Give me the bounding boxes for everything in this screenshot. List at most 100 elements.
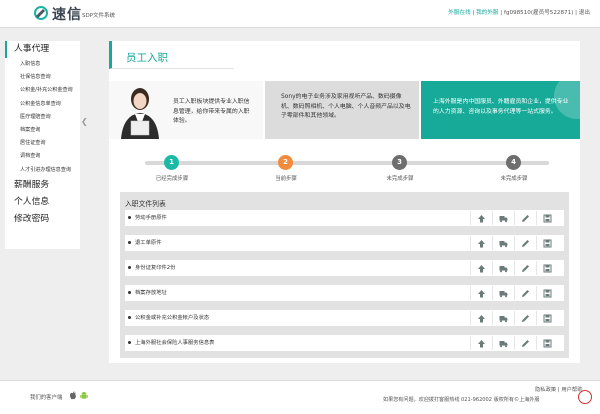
sidebar-collapse-icon[interactable]: ❮ (81, 117, 88, 126)
edit-icon (522, 340, 529, 347)
upload-button[interactable] (470, 336, 491, 350)
banner-onboarding: 员工入职板块提供专业入职信息管理，给你带来专属的入职体验。 (109, 81, 263, 139)
bullet-icon (128, 266, 131, 269)
banner-sony-text: Sony的电子业务涉及家用视听产品、数码摄像机、数码照相机、个人电脑、个人音频产… (281, 94, 411, 119)
step-3-circle: 3 (392, 155, 407, 170)
banner-waifu-text: 上海外服是内中国服员、外籍雇员和企业，提供专业的人力资源、咨询以及事务代理等一站… (433, 99, 569, 115)
sidebar-section-change-password[interactable]: 修改密码 (5, 211, 80, 228)
truck-button[interactable] (492, 311, 513, 325)
truck-icon (499, 216, 508, 223)
step-3-label: 未完成步骤 (386, 176, 414, 182)
edit-button[interactable] (514, 311, 535, 325)
save-button[interactable] (536, 236, 557, 250)
sidebar-item-housing-fund[interactable]: 公积金/补充公积金查询 (5, 84, 80, 97)
upload-button[interactable] (470, 311, 491, 325)
upload-icon (478, 240, 485, 248)
sidebar-section-salary[interactable]: 薪酬服务 (5, 177, 80, 194)
link-waifu-online[interactable]: 外服在线 (448, 10, 470, 16)
file-row: 档案存放地址 (125, 285, 564, 301)
footer-contact: 如果您有问题，欢迎拨打客服热线 021-962002 版权所有©上海外服 (383, 397, 540, 403)
upload-button[interactable] (470, 236, 491, 250)
file-name-text: 档案存放地址 (135, 290, 167, 296)
logout-link[interactable]: 退出 (579, 10, 590, 16)
file-row: 身份证复印件2份 (125, 260, 564, 276)
sidebar-item-file-transfer[interactable]: 调档查询 (5, 150, 80, 163)
truck-button[interactable] (492, 286, 513, 300)
footer: 我们的客户端 隐私政策 | 用户帮助 如果您有问题，欢迎拨打客服热线 021-9… (0, 380, 600, 414)
footer-links[interactable]: 隐私政策 | 用户帮助 (535, 385, 583, 393)
file-list-panel: 入职文件列表 劳动手册原件 退工单原件 身份证复印件2份 档案存放地址 公积金或补充公积… (120, 192, 569, 358)
step-4-label: 未完成步骤 (500, 176, 528, 182)
file-name: 劳动手册原件 (128, 210, 167, 226)
save-icon (543, 214, 552, 223)
save-button[interactable] (536, 261, 557, 275)
file-name-text: 劳动手册原件 (135, 215, 167, 221)
truck-icon (499, 341, 508, 348)
main-panel: 员工入职 员工入职板块提供专业入职信息管理，给你带来专属的入职体验。 Sony的… (109, 41, 580, 363)
upload-icon (478, 215, 485, 223)
save-icon (543, 314, 552, 323)
top-links: 外服在线 | 我的外服 | fg098510(雇员号522871) | 退出 (448, 10, 590, 16)
bullet-icon (128, 341, 131, 344)
sidebar-section-personal-info[interactable]: 个人信息 (5, 194, 80, 211)
logo-text: 速信 (52, 7, 82, 23)
top-header: 速信 SDP文件系统 外服在线 | 我的外服 | fg098510(雇员号522… (0, 0, 600, 28)
bullet-icon (128, 216, 131, 219)
file-name: 身份证复印件2份 (128, 260, 175, 276)
sidebar-item-talent-intro[interactable]: 人才引进办理信息查询 (5, 164, 80, 177)
truck-button[interactable] (492, 211, 513, 225)
save-icon (543, 264, 552, 273)
file-name: 退工单原件 (128, 235, 162, 251)
sidebar-item-social-security[interactable]: 社保信息查询 (5, 71, 80, 84)
link-my-waifu[interactable]: 我的外服 (476, 10, 498, 16)
edit-icon (522, 315, 529, 322)
edit-button[interactable] (514, 261, 535, 275)
save-button[interactable] (536, 336, 557, 350)
apple-icon[interactable] (69, 391, 77, 400)
step-4-circle: 4 (506, 155, 521, 170)
upload-icon (478, 315, 485, 323)
edit-button[interactable] (514, 336, 535, 350)
edit-button[interactable] (514, 211, 535, 225)
sidebar: 人事代理 入职信息 社保信息查询 公积金/补充公积金查询 公积金信息单查询 医疗… (5, 41, 80, 249)
sidebar-item-archives[interactable]: 档案查询 (5, 124, 80, 137)
edit-icon (522, 215, 529, 222)
file-name-text: 退工单原件 (135, 240, 162, 246)
client-label: 我们的客户端 (30, 395, 63, 401)
logo-subtitle: SDP文件系统 (82, 13, 116, 19)
page-title: 员工入职 (109, 41, 234, 69)
banner-waifu: 上海外服是内中国服员、外籍雇员和企业，提供专业的人力资源、咨询以及事务代理等一站… (421, 81, 580, 139)
banner-onboarding-text: 员工入职板块提供专业入职信息管理，给你带来专属的入职体验。 (173, 99, 250, 124)
sidebar-item-fund-statement[interactable]: 公积金信息单查询 (5, 98, 80, 111)
sidebar-item-onboarding-info[interactable]: 入职信息 (5, 58, 80, 71)
upload-icon (478, 340, 485, 348)
file-row: 退工单原件 (125, 235, 564, 251)
save-button[interactable] (536, 211, 557, 225)
step-1-label: 已经完成步骤 (155, 176, 189, 182)
save-button[interactable] (536, 286, 557, 300)
edit-button[interactable] (514, 236, 535, 250)
step-2-circle: 2 (278, 155, 293, 170)
truck-icon (499, 241, 508, 248)
truck-button[interactable] (492, 261, 513, 275)
save-icon (543, 239, 552, 248)
file-row: 劳动手册原件 (125, 210, 564, 226)
file-name: 公积金或补充公积金帐户及状态 (128, 310, 209, 326)
sidebar-item-residence-permit[interactable]: 居住证查询 (5, 137, 80, 150)
sidebar-item-medical-claims[interactable]: 医疗理赔查询 (5, 111, 80, 124)
save-button[interactable] (536, 311, 557, 325)
truck-icon (499, 266, 508, 273)
upload-icon (478, 265, 485, 273)
sidebar-section-hr-agency[interactable]: 人事代理 (5, 41, 80, 58)
upload-button[interactable] (470, 211, 491, 225)
upload-button[interactable] (470, 261, 491, 275)
person-image (121, 88, 159, 139)
truck-button[interactable] (492, 336, 513, 350)
android-icon[interactable] (80, 391, 88, 400)
truck-button[interactable] (492, 236, 513, 250)
edit-button[interactable] (514, 286, 535, 300)
save-icon (543, 339, 552, 348)
upload-button[interactable] (470, 286, 491, 300)
edit-icon (522, 290, 529, 297)
truck-icon (499, 316, 508, 323)
